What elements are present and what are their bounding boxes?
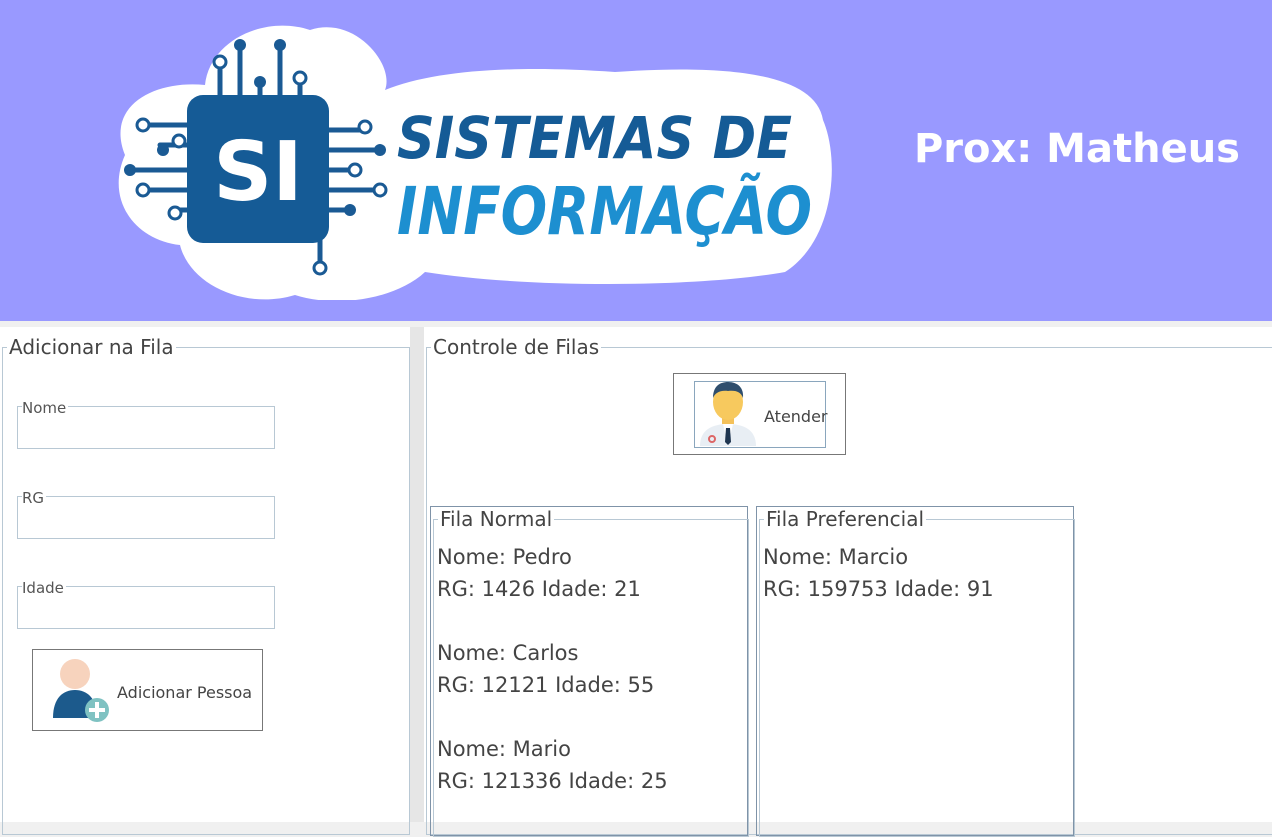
rg-input[interactable] [24, 510, 268, 534]
name-input[interactable] [24, 420, 268, 444]
name-field-label: Nome [22, 399, 69, 417]
queue-entry-details: RG: 1426 Idade: 21 [437, 577, 641, 601]
queue-entry-name: Nome: Marcio [763, 545, 909, 569]
list-item: Nome: Marcio RG: 159753 Idade: 91 [763, 541, 994, 605]
queue-entry-name: Nome: Carlos [437, 641, 579, 665]
panel-divider [410, 327, 424, 822]
queue-entry-details: RG: 12121 Idade: 55 [437, 673, 655, 697]
normal-queue-box: Fila Normal Nome: Pedro RG: 1426 Idade: … [430, 506, 749, 837]
add-person-icon [53, 659, 109, 722]
priority-queue-list: Nome: Marcio RG: 159753 Idade: 91 [763, 541, 994, 637]
priority-queue-title: Fila Preferencial [766, 507, 925, 531]
add-person-button[interactable]: Adicionar Pessoa [32, 649, 263, 731]
logo-line-1: SISTEMAS DE [397, 104, 792, 172]
age-field[interactable]: Idade [17, 579, 275, 629]
list-item: Nome: Carlos RG: 12121 Idade: 55 [437, 637, 668, 701]
next-person-label: Prox: Matheus [913, 126, 1240, 172]
logo-line-2: INFORMAÇÃO [397, 172, 812, 250]
queue-entry-details: RG: 121336 Idade: 25 [437, 769, 668, 793]
attend-button[interactable]: Atender [673, 373, 846, 455]
queue-control-panel: Controle de Filas Atender Fila Normal No… [424, 327, 1272, 837]
queue-entry-details: RG: 159753 Idade: 91 [763, 577, 994, 601]
header-banner: SI SISTEMAS DE INFORMAÇÃO Prox: Matheus [0, 0, 1272, 321]
logo-badge-text: SI [213, 125, 303, 220]
sistemas-de-informacao-logo: SI SISTEMAS DE INFORMAÇÃO [118, 25, 832, 300]
add-to-queue-panel: Adicionar na Fila Nome RG Idade Adiciona… [0, 327, 410, 835]
doctor-icon [700, 382, 756, 446]
list-item: Nome: Mario RG: 121336 Idade: 25 [437, 733, 668, 797]
add-person-button-label: Adicionar Pessoa [117, 683, 253, 702]
normal-queue-title: Fila Normal [440, 507, 553, 531]
rg-field[interactable]: RG [17, 489, 275, 539]
normal-queue-list: Nome: Pedro RG: 1426 Idade: 21 Nome: Car… [437, 541, 668, 829]
queue-control-title: Controle de Filas [433, 335, 600, 359]
list-item: Nome: Pedro RG: 1426 Idade: 21 [437, 541, 668, 605]
queue-entry-name: Nome: Mario [437, 737, 571, 761]
rg-field-label: RG [22, 489, 47, 507]
priority-queue-box: Fila Preferencial Nome: Marcio RG: 15975… [756, 506, 1075, 837]
age-input[interactable] [24, 600, 268, 624]
name-field[interactable]: Nome [17, 399, 275, 449]
attend-button-label: Atender [764, 407, 828, 426]
add-to-queue-title: Adicionar na Fila [9, 335, 174, 359]
queue-entry-name: Nome: Pedro [437, 545, 572, 569]
age-field-label: Idade [22, 579, 66, 597]
